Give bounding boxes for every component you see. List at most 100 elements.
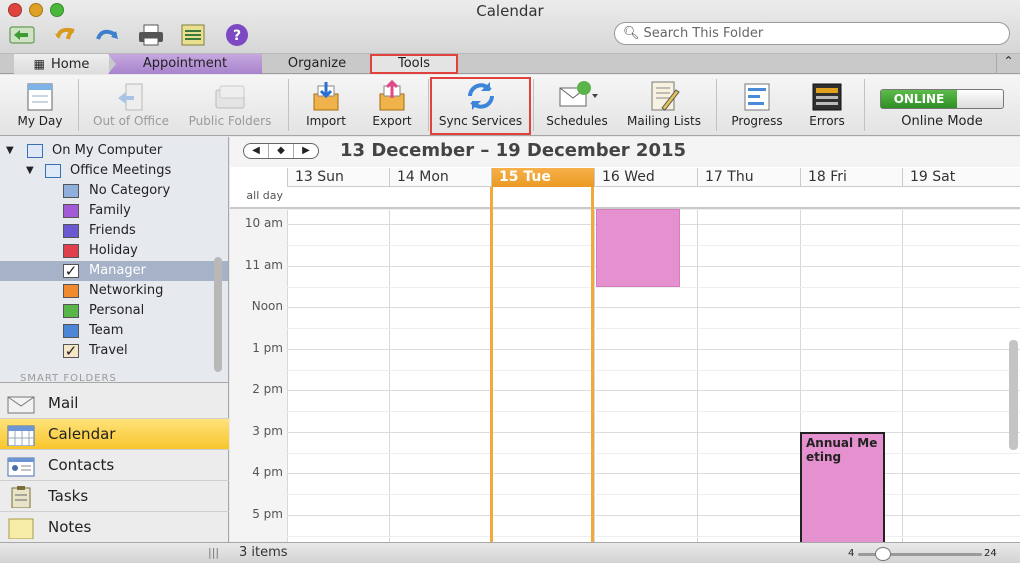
online-mode-toggle[interactable]: ONLINE [880,89,1004,109]
redo-icon[interactable] [90,22,124,48]
pane-resize-grip-icon[interactable]: ||| [208,546,219,559]
collapse-ribbon-icon[interactable]: ⌃ [996,54,1020,74]
public-folders-button[interactable]: Public Folders [182,78,278,134]
day-column[interactable] [491,209,594,542]
search-box[interactable]: 🔍︎ [614,22,1010,45]
category-color-checkbox[interactable] [63,304,79,318]
calendar-scrollbar[interactable] [1009,340,1018,450]
category-label: Holiday [89,243,138,258]
category-family[interactable]: Family [0,201,228,221]
half-hour-gridline [287,370,1020,371]
category-color-checkbox[interactable] [63,284,79,298]
tab-tools[interactable]: Tools [370,54,458,74]
nav-tasks[interactable]: Tasks [0,481,229,512]
category-color-checkbox[interactable] [63,244,79,258]
out-of-office-label: Out of Office [93,114,169,128]
export-button[interactable]: Export [364,78,420,134]
my-day-button[interactable]: My Day [8,78,72,134]
day-header[interactable]: 18 Fri [800,168,902,187]
half-hour-gridline [287,287,1020,288]
tab-home-label: Home [50,57,90,72]
import-button[interactable]: Import [298,78,354,134]
day-header[interactable]: 17 Thu [697,168,800,187]
online-mode-label: Online Mode [901,114,983,129]
search-input[interactable] [643,26,984,41]
out-of-office-icon [118,83,143,111]
hour-gridline [287,432,1020,433]
category-travel[interactable]: ✓ Travel [0,341,228,361]
tree-root-on-my-computer[interactable]: ▼ On My Computer [0,141,228,161]
day-column[interactable] [287,209,389,542]
nav-contacts[interactable]: Contacts [0,450,229,481]
tab-organize[interactable]: Organize [268,54,366,74]
tree-group-office-meetings[interactable]: ▼ Office Meetings [0,161,228,181]
mailing-lists-icon [651,81,680,111]
item-count: 3 items [239,545,288,560]
today-column-marker [490,187,493,542]
day-header[interactable]: 19 Sat [902,168,1020,187]
status-bar: ||| 3 items 4 24 [0,542,1020,563]
calendar-event[interactable]: Annual Meeting [800,432,885,542]
mailing-lists-button[interactable]: Mailing Lists [620,78,708,134]
help-icon[interactable]: ? [220,22,254,48]
half-hour-gridline [287,536,1020,537]
day-header[interactable]: 15 Tue [491,168,594,187]
category-color-checkbox[interactable] [63,204,79,218]
half-hour-gridline [287,453,1020,454]
category-color-checkbox[interactable] [63,324,79,338]
category-personal[interactable]: Personal [0,301,228,321]
tab-appointment[interactable]: Appointment [108,54,262,74]
hour-gridline [287,307,1020,308]
export-label: Export [372,114,412,128]
category-label: Friends [89,223,136,238]
nav-mail[interactable]: Mail [0,388,229,419]
disclosure-triangle-icon[interactable]: ▼ [6,141,14,161]
category-networking[interactable]: Networking [0,281,228,301]
day-column[interactable] [389,209,491,542]
category-color-checkbox[interactable] [63,224,79,238]
public-folders-label: Public Folders [188,114,272,128]
previous-week-icon[interactable]: ◀ [244,144,269,158]
zoom-slider-knob[interactable] [875,547,891,561]
errors-button[interactable]: Errors [796,78,858,134]
category-color-checkbox[interactable] [63,184,79,198]
zoom-min-label: 4 [848,548,855,559]
next-week-icon[interactable]: ▶ [294,144,318,158]
nav-calendar-label: Calendar [48,425,116,443]
tab-home[interactable]: ▦ Home [14,54,109,74]
day-header[interactable]: 14 Mon [389,168,491,187]
category-no-category[interactable]: No Category [0,181,228,201]
send-receive-icon[interactable] [6,22,40,48]
nav-calendar[interactable]: Calendar [0,419,229,450]
window-title: Calendar [476,2,544,20]
checked-checkbox-icon[interactable]: ✓ [63,344,79,359]
import-label: Import [306,114,346,128]
category-label: Personal [89,303,145,318]
progress-button[interactable]: Progress [724,78,790,134]
category-friends[interactable]: Friends [0,221,228,241]
schedules-button[interactable]: Schedules [540,78,614,134]
calendar-event[interactable] [596,209,680,287]
category-manager[interactable]: ✓ Manager [0,261,228,281]
category-team[interactable]: Team [0,321,228,341]
day-column[interactable] [902,209,1020,542]
mail-icon [7,396,35,414]
divider [428,79,429,131]
day-column[interactable] [697,209,800,542]
print-icon[interactable] [134,22,168,48]
nav-notes[interactable]: Notes [0,512,229,543]
disclosure-triangle-icon[interactable]: ▼ [26,161,34,181]
sidebar-scrollbar[interactable] [214,257,222,372]
online-state-label: ONLINE [881,90,957,108]
day-header[interactable]: 13 Sun [287,168,389,187]
category-holiday[interactable]: Holiday [0,241,228,261]
checked-checkbox-icon[interactable]: ✓ [63,264,79,279]
time-grid[interactable]: 10 am 11 am Noon 1 pm 2 pm 3 pm 4 pm 5 pm Annual… [230,187,1020,542]
day-header[interactable]: 16 Wed [594,168,697,187]
time-label: 10 am [244,216,283,230]
out-of-office-button[interactable]: Out of Office [86,78,176,134]
all-day-row[interactable]: all day [230,187,1020,209]
undo-icon[interactable] [50,22,84,48]
toolbar-customize-icon[interactable] [176,22,210,48]
today-icon[interactable]: ◆ [269,144,294,158]
